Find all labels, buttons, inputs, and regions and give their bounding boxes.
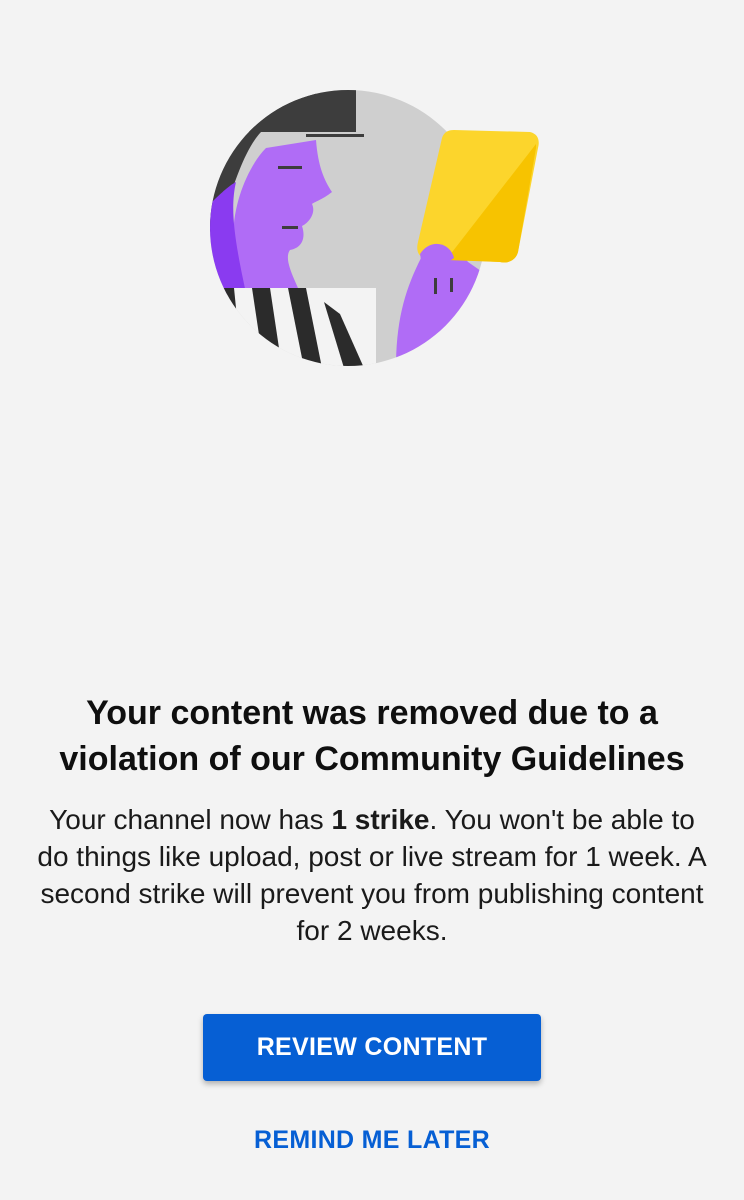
- referee-yellow-card-illustration: [210, 90, 539, 366]
- strike-description: Your channel now has 1 strike. You won't…: [30, 801, 714, 949]
- remind-me-later-button[interactable]: REMIND ME LATER: [222, 1116, 522, 1164]
- description-lead: Your channel now has: [49, 804, 332, 835]
- dialog-title: Your content was removed due to a violat…: [59, 694, 685, 778]
- strike-count: 1 strike: [331, 804, 430, 835]
- review-content-button[interactable]: REVIEW CONTENT: [203, 1014, 541, 1081]
